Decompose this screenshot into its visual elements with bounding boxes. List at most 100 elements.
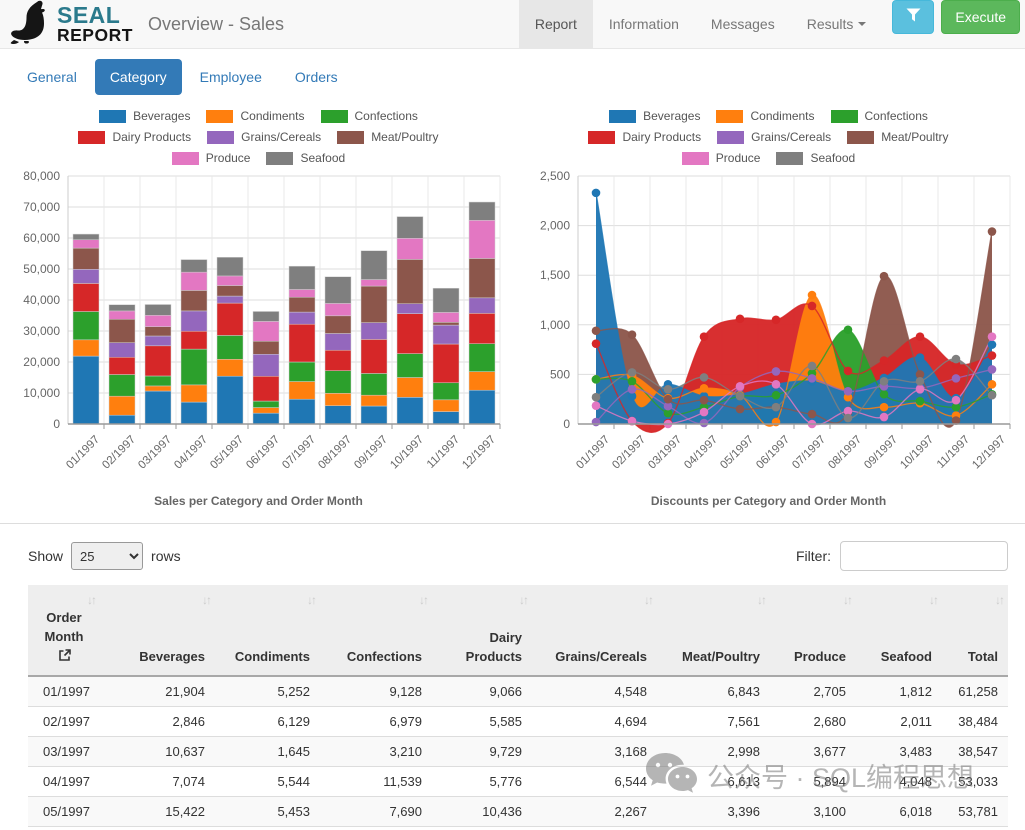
nav-item-information[interactable]: Information: [593, 0, 695, 48]
legend-swatch: [776, 152, 803, 165]
tab-orders[interactable]: Orders: [280, 59, 353, 95]
legend-swatch: [609, 110, 636, 123]
filter-button[interactable]: [892, 0, 934, 34]
legend-item-dairy-products[interactable]: Dairy Products: [588, 130, 701, 144]
svg-text:04/1997: 04/1997: [172, 434, 210, 472]
page-title: Overview - Sales: [148, 14, 284, 35]
table-cell: 04/1997: [28, 766, 100, 796]
column-label: Seafood: [881, 649, 932, 664]
legend-item-beverages[interactable]: Beverages: [609, 109, 700, 123]
table-row[interactable]: 04/19977,0745,54411,5395,7766,5446,6135,…: [28, 766, 1008, 796]
sort-icon[interactable]: ↓↑: [419, 592, 427, 609]
legend-item-condiments[interactable]: Condiments: [206, 109, 304, 123]
column-header-dairy-products[interactable]: ↓↑Dairy Products: [432, 585, 532, 676]
funnel-icon: [906, 8, 921, 27]
legend-item-beverages[interactable]: Beverages: [99, 109, 190, 123]
table-cell: 9,066: [432, 676, 532, 707]
logo-text: SEAL REPORT: [57, 5, 133, 42]
chevron-down-icon: [858, 22, 866, 26]
filter-box: Filter:: [796, 541, 1008, 571]
column-header-seafood[interactable]: ↓↑ Seafood: [856, 585, 942, 676]
legend-item-dairy-products[interactable]: Dairy Products: [78, 130, 191, 144]
sort-icon[interactable]: ↓↑: [757, 592, 765, 609]
external-link-icon[interactable]: [59, 648, 71, 667]
legend-item-meat-poultry[interactable]: Meat/Poultry: [847, 130, 948, 144]
table-cell: 6,129: [215, 706, 320, 736]
table-row[interactable]: 05/199715,4225,4537,69010,4362,2673,3963…: [28, 796, 1008, 826]
legend-item-produce[interactable]: Produce: [682, 151, 761, 165]
table-cell: 5,544: [215, 766, 320, 796]
category-sales-table: ↓↑Order Month↓↑Beverages↓↑Condiments↓↑Co…: [28, 585, 1008, 827]
table-controls: Show 25 rows Filter:: [0, 524, 1025, 583]
legend-item-condiments[interactable]: Condiments: [716, 109, 814, 123]
table-cell: 38,484: [942, 706, 1008, 736]
legend-item-seafood[interactable]: Seafood: [776, 151, 855, 165]
column-header-order-month[interactable]: ↓↑Order Month: [28, 585, 100, 676]
nav-item-messages[interactable]: Messages: [695, 0, 791, 48]
table-cell: 5,252: [215, 676, 320, 707]
legend-item-confections[interactable]: Confections: [321, 109, 418, 123]
column-label: Beverages: [139, 649, 205, 664]
sort-icon[interactable]: ↓↑: [307, 592, 315, 609]
table-header: ↓↑Order Month↓↑Beverages↓↑Condiments↓↑Co…: [28, 585, 1008, 676]
legend-label: Meat/Poultry: [881, 130, 948, 144]
table-cell: 53,033: [942, 766, 1008, 796]
tab-general[interactable]: General: [12, 59, 92, 95]
legend-label: Dairy Products: [112, 130, 191, 144]
view-tabs: General Category Employee Orders: [0, 49, 1025, 103]
legend-item-grains-cereals[interactable]: Grains/Cereals: [207, 130, 321, 144]
table-cell: 6,979: [320, 706, 432, 736]
logo-line2: REPORT: [57, 27, 133, 43]
page-size-select[interactable]: 25: [71, 542, 143, 570]
column-label: Confections: [347, 649, 422, 664]
column-header-produce[interactable]: ↓↑Produce: [770, 585, 856, 676]
legend-label: Produce: [206, 151, 251, 165]
table-cell: 05/1997: [28, 796, 100, 826]
legend-item-seafood[interactable]: Seafood: [266, 151, 345, 165]
table-cell: 02/1997: [28, 706, 100, 736]
execute-button[interactable]: Execute: [941, 0, 1020, 34]
sort-icon[interactable]: ↓↑: [843, 592, 851, 609]
svg-text:07/1997: 07/1997: [790, 434, 828, 472]
column-header-beverages[interactable]: ↓↑ Beverages: [100, 585, 215, 676]
svg-text:0: 0: [53, 417, 60, 431]
column-header-total[interactable]: ↓↑Total: [942, 585, 1008, 676]
column-header-confections[interactable]: ↓↑ Confections: [320, 585, 432, 676]
sort-icon[interactable]: ↓↑: [519, 592, 527, 609]
svg-text:06/1997: 06/1997: [244, 434, 282, 472]
legend-row: Produce Seafood: [172, 151, 345, 165]
sort-icon[interactable]: ↓↑: [87, 592, 95, 609]
table-filter-input[interactable]: [840, 541, 1008, 571]
legend-item-produce[interactable]: Produce: [172, 151, 251, 165]
sort-icon[interactable]: ↓↑: [995, 592, 1003, 609]
table-row[interactable]: 03/199710,6371,6453,2109,7293,1682,9983,…: [28, 736, 1008, 766]
sort-icon[interactable]: ↓↑: [644, 592, 652, 609]
legend-row: Beverages Condiments Confections: [609, 109, 928, 123]
sales-chart-legend: Beverages Condiments Confections Dairy Prod…: [10, 109, 507, 165]
show-label: Show: [28, 548, 63, 564]
table-row[interactable]: 02/19972,8466,1296,9795,5854,6947,5612,6…: [28, 706, 1008, 736]
sort-icon[interactable]: ↓↑: [202, 592, 210, 609]
svg-text:20,000: 20,000: [23, 355, 60, 369]
table-row[interactable]: 01/199721,9045,2529,1289,0664,5486,8432,…: [28, 676, 1008, 707]
column-header-grains-cereals[interactable]: ↓↑Grains/Cereals: [532, 585, 657, 676]
svg-text:07/1997: 07/1997: [280, 434, 318, 472]
legend-swatch: [207, 131, 234, 144]
svg-text:03/1997: 03/1997: [136, 434, 174, 472]
table-cell: 9,729: [432, 736, 532, 766]
table-cell: 7,074: [100, 766, 215, 796]
legend-item-confections[interactable]: Confections: [831, 109, 928, 123]
svg-text:10,000: 10,000: [23, 386, 60, 400]
table-cell: 2,846: [100, 706, 215, 736]
legend-item-meat-poultry[interactable]: Meat/Poultry: [337, 130, 438, 144]
tab-category[interactable]: Category: [95, 59, 182, 95]
nav-item-results[interactable]: Results: [791, 0, 883, 48]
sort-icon[interactable]: ↓↑: [929, 592, 937, 609]
legend-item-grains-cereals[interactable]: Grains/Cereals: [717, 130, 831, 144]
nav-item-report[interactable]: Report: [519, 0, 593, 48]
tab-employee[interactable]: Employee: [185, 59, 277, 95]
legend-swatch: [321, 110, 348, 123]
column-header-meat-poultry[interactable]: ↓↑Meat/Poultry: [657, 585, 770, 676]
column-header-condiments[interactable]: ↓↑Condiments: [215, 585, 320, 676]
svg-text:10/1997: 10/1997: [388, 434, 426, 472]
